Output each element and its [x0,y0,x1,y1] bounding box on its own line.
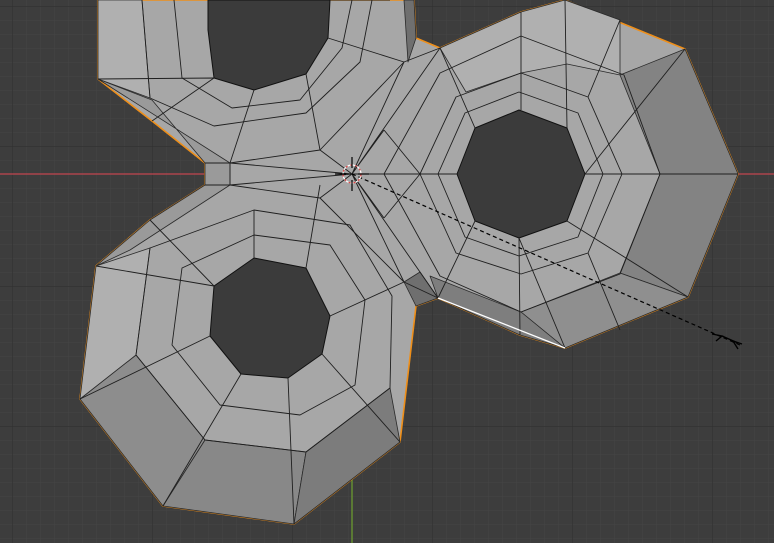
viewport-canvas[interactable] [0,0,774,543]
3d-viewport[interactable] [0,0,774,543]
hole-right [456,109,586,239]
